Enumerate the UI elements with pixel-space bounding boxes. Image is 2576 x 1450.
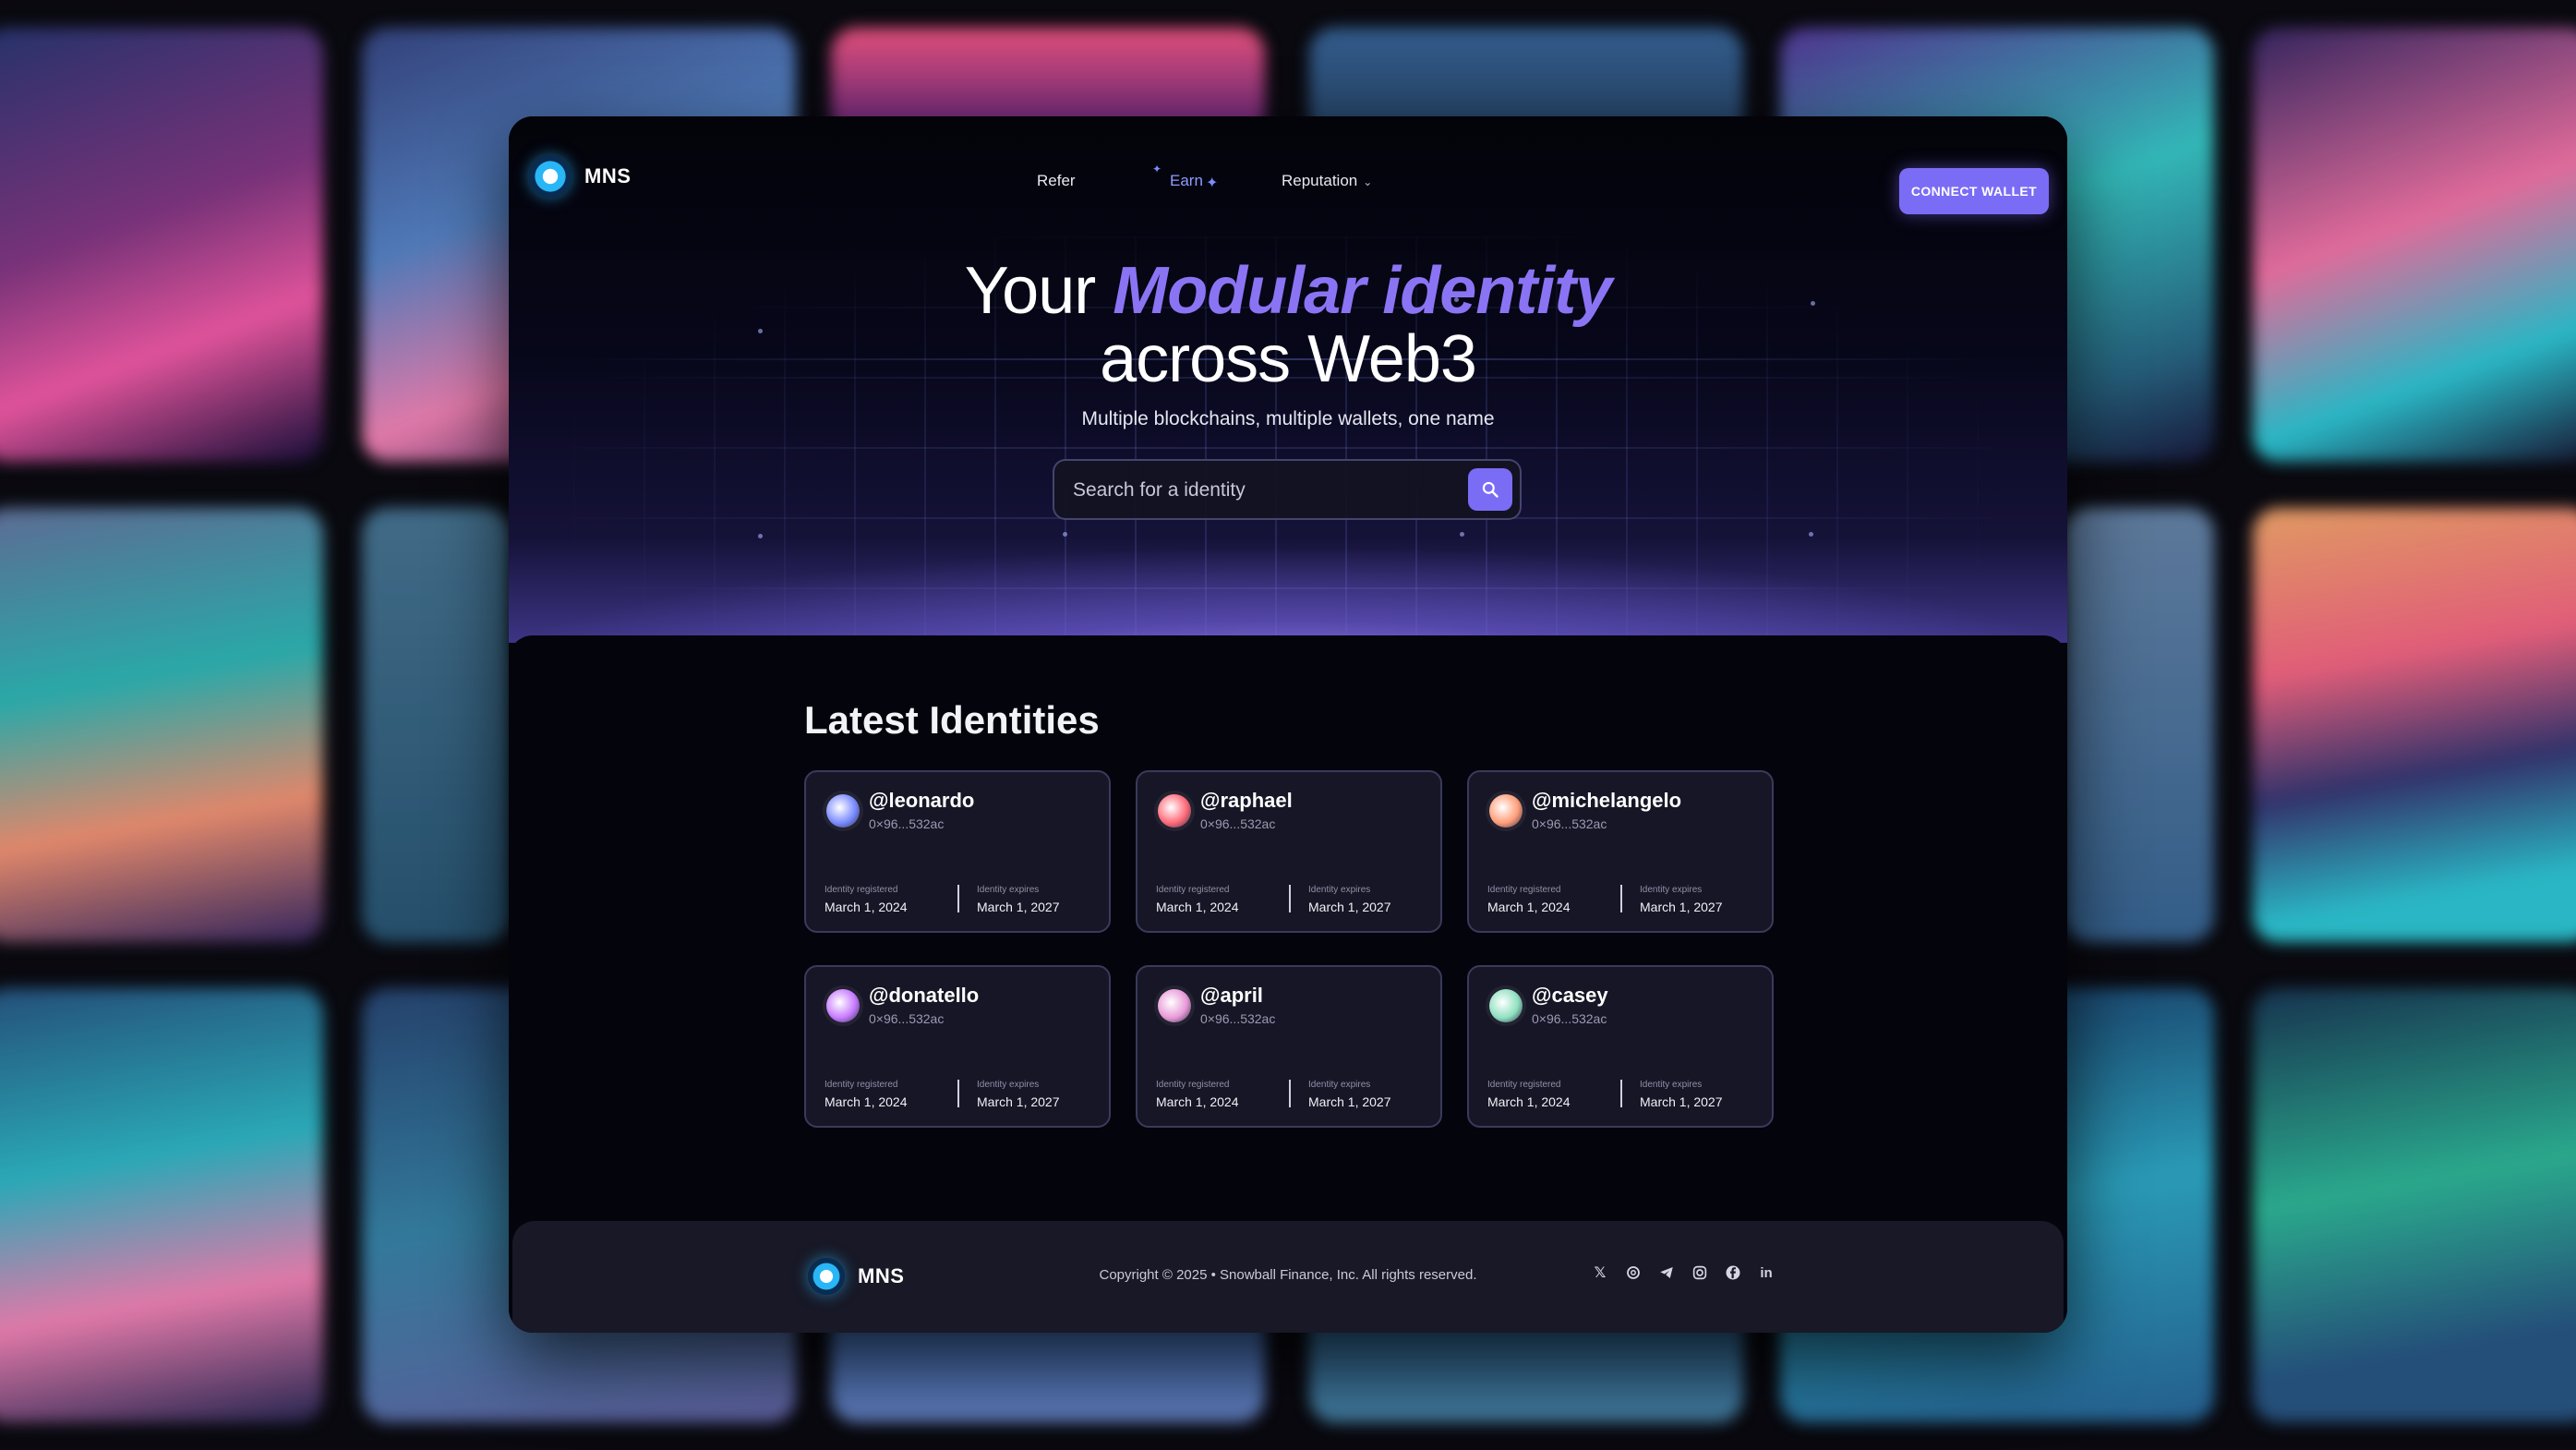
expires-label: Identity expires: [1640, 1080, 1703, 1090]
chevron-down-icon: ⌄: [1363, 175, 1373, 188]
identity-handle: @michelangelo: [1532, 789, 1682, 812]
registered-label: Identity registered: [1487, 885, 1561, 895]
registered-label: Identity registered: [1156, 885, 1230, 895]
search-icon: [1482, 481, 1499, 498]
expires-label: Identity expires: [977, 1080, 1040, 1090]
brand-logo[interactable]: MNS: [529, 155, 631, 198]
hero-section: MNS Refer ✦ Earn ✦ Reputation ⌄ CONNECT W…: [509, 116, 2067, 643]
divider: [957, 1080, 959, 1107]
expires-label: Identity expires: [977, 885, 1040, 895]
identity-card[interactable]: @michelangelo 0×96...532ac Identity regi…: [1467, 770, 1774, 933]
search-button[interactable]: [1468, 468, 1512, 511]
identity-handle: @donatello: [869, 984, 980, 1007]
identity-search-bar: [1053, 459, 1522, 520]
identity-card[interactable]: @leonardo 0×96...532ac Identity register…: [804, 770, 1111, 933]
identity-address: 0×96...532ac: [869, 816, 945, 831]
connect-wallet-button[interactable]: CONNECT WALLET: [1899, 168, 2049, 214]
expires-date: March 1, 2027: [1308, 1094, 1391, 1109]
sparkle-dot: [1809, 532, 1813, 537]
expires-label: Identity expires: [1308, 885, 1371, 895]
divider: [1620, 1080, 1622, 1107]
sparkle-dot: [758, 534, 763, 538]
mns-logo-icon: [529, 155, 572, 198]
avatar: [826, 989, 860, 1022]
registered-date: March 1, 2024: [825, 900, 908, 914]
expires-date: March 1, 2027: [1640, 900, 1723, 914]
registered-label: Identity registered: [1156, 1080, 1230, 1090]
headline-prefix: Your: [964, 254, 1096, 328]
hero-subtitle: Multiple blockchains, multiple wallets, …: [1081, 408, 1495, 429]
top-nav: MNS Refer ✦ Earn ✦ Reputation ⌄ CONNECT W…: [509, 150, 2067, 214]
expires-date: March 1, 2027: [1308, 900, 1391, 914]
hero-headline: Your Modular identity across Web3: [509, 257, 2067, 393]
instagram-icon[interactable]: [1691, 1263, 1709, 1282]
identity-handle: @leonardo: [869, 789, 975, 812]
identity-card[interactable]: @april 0×96...532ac Identity registered …: [1136, 965, 1442, 1128]
divider: [1620, 885, 1622, 912]
identity-address: 0×96...532ac: [1532, 1011, 1607, 1026]
avatar: [1489, 794, 1523, 828]
identity-card[interactable]: @casey 0×96...532ac Identity registered …: [1467, 965, 1774, 1128]
expires-date: March 1, 2027: [1640, 1094, 1723, 1109]
registered-label: Identity registered: [825, 885, 898, 895]
identity-handle: @raphael: [1200, 789, 1293, 812]
nav-item-reputation-label: Reputation: [1282, 172, 1358, 189]
app-window: MNS Refer ✦ Earn ✦ Reputation ⌄ CONNECT W…: [509, 116, 2067, 1333]
headline-accent: Modular identity: [1113, 254, 1612, 328]
registered-date: March 1, 2024: [825, 1094, 908, 1109]
linkedin-icon[interactable]: in: [1757, 1263, 1776, 1282]
social-links: 𝕏 in: [1591, 1263, 1776, 1282]
nav-item-refer[interactable]: Refer: [1037, 172, 1076, 190]
threads-icon[interactable]: [1624, 1263, 1643, 1282]
identity-card[interactable]: @raphael 0×96...532ac Identity registere…: [1136, 770, 1442, 933]
footer: MNS Copyright © 2025 • Snowball Finance,…: [512, 1221, 2064, 1333]
identity-handle: @april: [1200, 984, 1263, 1007]
registered-date: March 1, 2024: [1487, 1094, 1571, 1109]
identity-address: 0×96...532ac: [1200, 1011, 1276, 1026]
registered-label: Identity registered: [1487, 1080, 1561, 1090]
divider: [957, 885, 959, 912]
copyright-text: Copyright © 2025 • Snowball Finance, Inc…: [1099, 1267, 1477, 1283]
registered-date: March 1, 2024: [1156, 900, 1239, 914]
search-input[interactable]: [1071, 461, 1444, 520]
divider: [1289, 1080, 1291, 1107]
registered-date: March 1, 2024: [1487, 900, 1571, 914]
identity-card[interactable]: @donatello 0×96...532ac Identity registe…: [804, 965, 1111, 1128]
identity-address: 0×96...532ac: [869, 1011, 945, 1026]
identity-address: 0×96...532ac: [1532, 816, 1607, 831]
avatar: [1489, 989, 1523, 1022]
sparkle-icon: ✦: [1206, 175, 1219, 191]
x-icon[interactable]: 𝕏: [1591, 1263, 1609, 1282]
facebook-icon[interactable]: [1724, 1263, 1742, 1282]
expires-label: Identity expires: [1308, 1080, 1371, 1090]
sparkle-icon: ✦: [1152, 163, 1162, 175]
divider: [1289, 885, 1291, 912]
nav-item-reputation[interactable]: Reputation ⌄: [1282, 172, 1372, 190]
headline-line2: across Web3: [1100, 322, 1477, 396]
avatar: [826, 794, 860, 828]
identity-address: 0×96...532ac: [1200, 816, 1276, 831]
expires-date: March 1, 2027: [977, 1094, 1060, 1109]
sparkle-dot: [1063, 532, 1067, 537]
expires-label: Identity expires: [1640, 885, 1703, 895]
registered-label: Identity registered: [825, 1080, 898, 1090]
identity-handle: @casey: [1532, 984, 1608, 1007]
sparkle-dot: [1460, 532, 1464, 537]
registered-date: March 1, 2024: [1156, 1094, 1239, 1109]
nav-item-earn[interactable]: Earn: [1170, 172, 1203, 190]
telegram-icon[interactable]: [1657, 1263, 1676, 1282]
expires-date: March 1, 2027: [977, 900, 1060, 914]
avatar: [1158, 989, 1191, 1022]
section-title: Latest Identities: [804, 698, 1100, 742]
brand-name: MNS: [584, 164, 632, 187]
avatar: [1158, 794, 1191, 828]
